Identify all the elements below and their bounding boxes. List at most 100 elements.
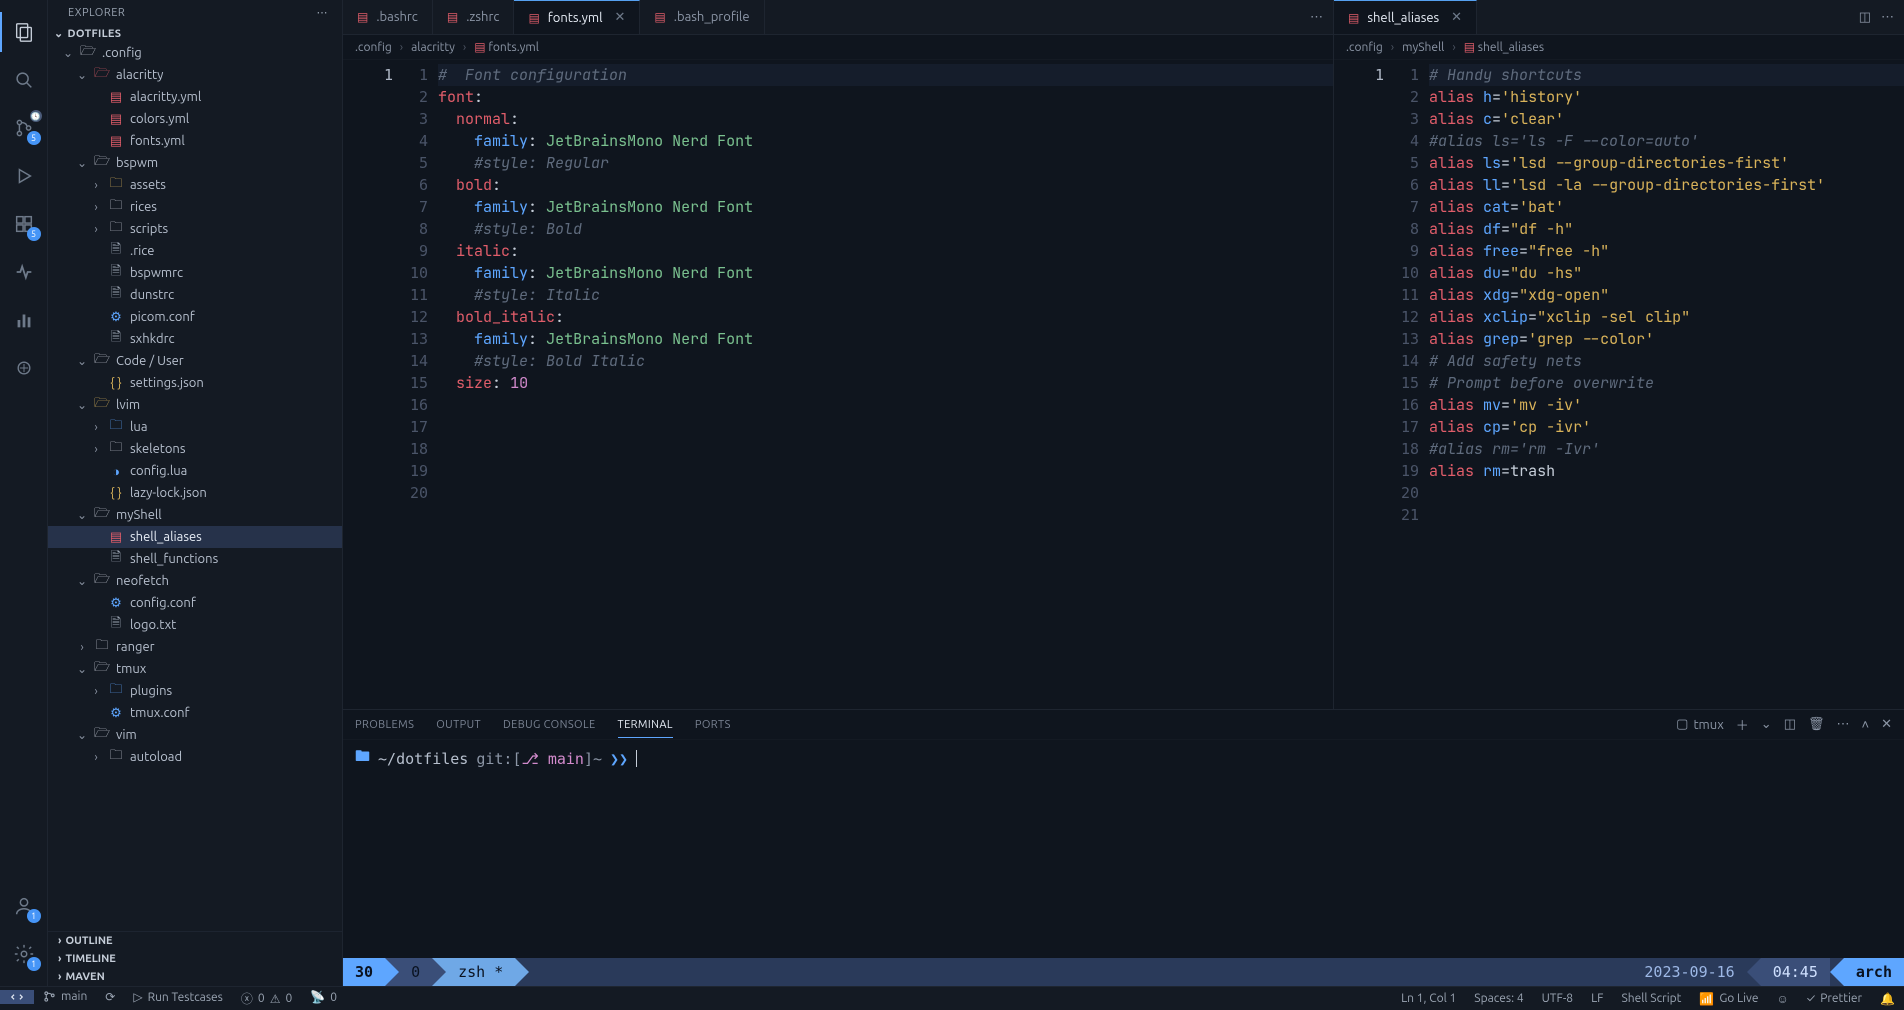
file-config-lua[interactable]: ◑config.lua bbox=[48, 460, 342, 482]
close-icon[interactable]: ✕ bbox=[615, 10, 626, 25]
file-config-conf[interactable]: ⚙config.conf bbox=[48, 592, 342, 614]
project-header[interactable]: ⌄ DOTFILES bbox=[48, 25, 342, 42]
status-cursor-pos[interactable]: Ln 1, Col 1 bbox=[1392, 992, 1465, 1005]
breadcrumb-segment[interactable]: ▤ shell_aliases bbox=[1464, 40, 1544, 54]
panel-tab-output[interactable]: OUTPUT bbox=[436, 719, 481, 731]
explorer-more-icon[interactable]: ⋯ bbox=[317, 6, 329, 19]
status-bell-icon[interactable]: 🔔 bbox=[1871, 992, 1904, 1006]
tmux-session[interactable]: 30 bbox=[343, 958, 385, 986]
activity-run-debug[interactable] bbox=[0, 152, 48, 200]
code-editor-left[interactable]: # Font configurationfont: normal: family… bbox=[438, 60, 1333, 709]
activity-settings[interactable]: 1 bbox=[0, 930, 48, 978]
breadcrumb-segment[interactable]: alacritty bbox=[411, 41, 455, 54]
kill-terminal-icon[interactable]: 🗑 bbox=[1808, 717, 1825, 732]
breadcrumb-segment[interactable]: .config bbox=[355, 41, 392, 54]
file-tmux-conf[interactable]: ⚙tmux.conf bbox=[48, 702, 342, 724]
new-terminal-icon[interactable]: ＋ bbox=[1736, 715, 1749, 734]
activity-account[interactable]: 1 bbox=[0, 882, 48, 930]
section-maven[interactable]: ›MAVEN bbox=[48, 968, 342, 986]
remote-indicator[interactable] bbox=[0, 990, 34, 1004]
tab--bash_profile[interactable]: ▤.bash_profile bbox=[640, 0, 764, 34]
tab-shell_aliases[interactable]: ▤shell_aliases✕ bbox=[1334, 0, 1477, 34]
folder-bspwm[interactable]: ⌄🗁bspwm bbox=[48, 152, 342, 174]
tab--zshrc[interactable]: ▤.zshrc bbox=[433, 0, 515, 34]
folder-scripts[interactable]: ›🗀scripts bbox=[48, 218, 342, 240]
status-language[interactable]: Shell Script bbox=[1612, 992, 1690, 1005]
activity-monitor[interactable] bbox=[0, 248, 48, 296]
folder-lua[interactable]: ›🗀lua bbox=[48, 416, 342, 438]
breadcrumbs-right[interactable]: .config›myShell›▤ shell_aliases bbox=[1334, 35, 1904, 60]
breadcrumbs-left[interactable]: .config›alacritty›▤ fonts.yml bbox=[343, 35, 1333, 60]
terminal-profile[interactable]: ▢ tmux bbox=[1676, 717, 1724, 732]
file-shell_functions[interactable]: 🗎shell_functions bbox=[48, 548, 342, 570]
activity-explorer[interactable] bbox=[0, 8, 48, 56]
file-lazy-lock-json[interactable]: { }lazy-lock.json bbox=[48, 482, 342, 504]
activity-search[interactable] bbox=[0, 56, 48, 104]
status-ports[interactable]: 📡 0 bbox=[301, 990, 346, 1004]
status-run-testcases[interactable]: ▷ Run Testcases bbox=[124, 990, 232, 1004]
panel-tab-problems[interactable]: PROBLEMS bbox=[355, 719, 414, 731]
file-bspwmrc[interactable]: 🗎bspwmrc bbox=[48, 262, 342, 284]
maximize-panel-icon[interactable]: ˄ bbox=[1862, 717, 1870, 732]
terminal-dropdown-icon[interactable]: ⌄ bbox=[1761, 717, 1772, 732]
breadcrumb-segment[interactable]: myShell bbox=[1402, 41, 1444, 54]
folder-code-user[interactable]: ⌄🗁Code / User bbox=[48, 350, 342, 372]
split-terminal-icon[interactable]: ◫ bbox=[1784, 717, 1796, 732]
close-panel-icon[interactable]: ✕ bbox=[1881, 717, 1892, 732]
file-tree[interactable]: ⌄🗁.config⌄🗁alacritty▤alacritty.yml▤color… bbox=[48, 42, 342, 931]
folder-ranger[interactable]: ›🗀ranger bbox=[48, 636, 342, 658]
file-fonts-yml[interactable]: ▤fonts.yml bbox=[48, 130, 342, 152]
panel-tab-ports[interactable]: PORTS bbox=[695, 719, 731, 731]
status-spaces[interactable]: Spaces: 4 bbox=[1465, 992, 1532, 1005]
file-colors-yml[interactable]: ▤colors.yml bbox=[48, 108, 342, 130]
file-sxhkdrc[interactable]: 🗎sxhkdrc bbox=[48, 328, 342, 350]
section-timeline[interactable]: ›TIMELINE bbox=[48, 950, 342, 968]
status-eol[interactable]: LF bbox=[1582, 992, 1612, 1005]
file--rice[interactable]: 🗎.rice bbox=[48, 240, 342, 262]
file-shell_aliases[interactable]: ▤shell_aliases bbox=[48, 526, 342, 548]
terminal-more-icon[interactable]: ⋯ bbox=[1837, 717, 1850, 732]
folder-plugins[interactable]: ›🗀plugins bbox=[48, 680, 342, 702]
folder-lvim[interactable]: ⌄🗁lvim bbox=[48, 394, 342, 416]
split-editor-icon[interactable]: ◫ bbox=[1859, 10, 1871, 25]
file-settings-json[interactable]: { }settings.json bbox=[48, 372, 342, 394]
terminal-body[interactable]: 🖿 ~/dotfiles git:[⎇ main]~ ❯❯ bbox=[343, 740, 1904, 958]
tmux-window[interactable]: 0 bbox=[399, 958, 432, 986]
file-picom-conf[interactable]: ⚙picom.conf bbox=[48, 306, 342, 328]
status-branch[interactable]: main bbox=[34, 990, 96, 1003]
folder-skeletons[interactable]: ›🗀skeletons bbox=[48, 438, 342, 460]
panel-tab-debug-console[interactable]: DEBUG CONSOLE bbox=[503, 719, 596, 731]
file-dunstrc[interactable]: 🗎dunstrc bbox=[48, 284, 342, 306]
tmux-proc[interactable]: zsh * bbox=[446, 958, 515, 986]
panel-tab-terminal[interactable]: TERMINAL bbox=[618, 719, 673, 738]
activity-extensions[interactable]: 5 bbox=[0, 200, 48, 248]
folder-alacritty[interactable]: ⌄🗁alacritty bbox=[48, 64, 342, 86]
activity-sparkle-icon[interactable] bbox=[0, 344, 48, 392]
breadcrumb-segment[interactable]: .config bbox=[1346, 41, 1383, 54]
status-problems[interactable]: ⓧ 0 ⚠ 0 bbox=[232, 990, 301, 1007]
folder-autoload[interactable]: ›🗀autoload bbox=[48, 746, 342, 768]
breadcrumb-segment[interactable]: ▤ fonts.yml bbox=[474, 40, 539, 54]
status-golive[interactable]: 📶 Go Live bbox=[1690, 992, 1767, 1006]
file-alacritty-yml[interactable]: ▤alacritty.yml bbox=[48, 86, 342, 108]
folder-myshell[interactable]: ⌄🗁myShell bbox=[48, 504, 342, 526]
status-sync[interactable]: ⟳ bbox=[96, 990, 124, 1004]
folder-neofetch[interactable]: ⌄🗁neofetch bbox=[48, 570, 342, 592]
status-encoding[interactable]: UTF-8 bbox=[1533, 992, 1582, 1005]
editor-more-icon[interactable]: ⋯ bbox=[1881, 10, 1894, 25]
activity-source-control[interactable]: 5 🕓 bbox=[0, 104, 48, 152]
code-editor-right[interactable]: # Handy shortcutsalias h='history'alias … bbox=[1429, 60, 1904, 709]
status-feedback-icon[interactable]: ☺ bbox=[1768, 992, 1798, 1006]
folder-rices[interactable]: ›🗀rices bbox=[48, 196, 342, 218]
section-outline[interactable]: ›OUTLINE bbox=[48, 932, 342, 950]
folder--config[interactable]: ⌄🗁.config bbox=[48, 42, 342, 64]
file-logo-txt[interactable]: 🗎logo.txt bbox=[48, 614, 342, 636]
tab--bashrc[interactable]: ▤.bashrc bbox=[343, 0, 433, 34]
status-prettier[interactable]: ✓ Prettier bbox=[1798, 992, 1871, 1005]
close-icon[interactable]: ✕ bbox=[1451, 10, 1462, 25]
tab-fonts-yml[interactable]: ▤fonts.yml✕ bbox=[514, 0, 640, 34]
editor-more-icon[interactable]: ⋯ bbox=[1310, 10, 1323, 25]
activity-chart[interactable] bbox=[0, 296, 48, 344]
folder-tmux[interactable]: ⌄🗁tmux bbox=[48, 658, 342, 680]
folder-vim[interactable]: ⌄🗁vim bbox=[48, 724, 342, 746]
